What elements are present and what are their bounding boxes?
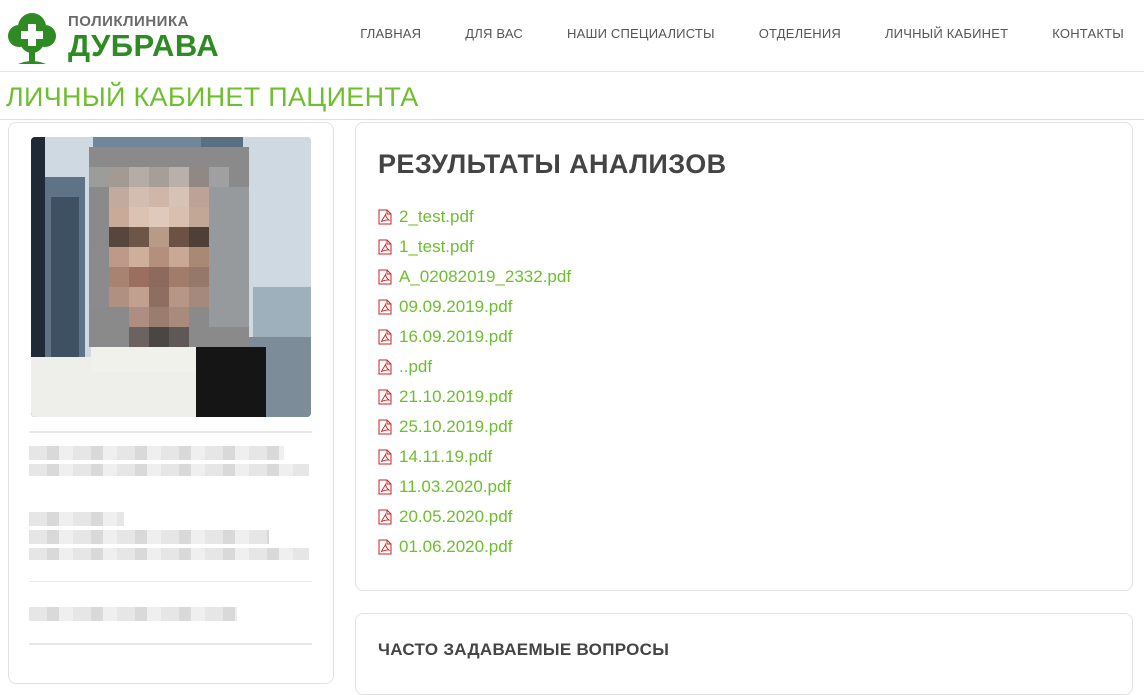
profile-field-redacted bbox=[29, 512, 124, 526]
file-name[interactable]: 16.09.2019.pdf bbox=[399, 327, 512, 347]
file-link[interactable]: 25.10.2019.pdf bbox=[378, 412, 571, 442]
profile-field-redacted-3 bbox=[29, 548, 309, 560]
file-link[interactable]: 21.10.2019.pdf bbox=[378, 382, 571, 412]
profile-name-redacted bbox=[29, 446, 284, 460]
nav-for-you[interactable]: ДЛЯ ВАС bbox=[465, 26, 523, 41]
pdf-icon bbox=[378, 479, 392, 495]
file-name[interactable]: 09.09.2019.pdf bbox=[399, 297, 512, 317]
faq-title[interactable]: ЧАСТО ЗАДАВАЕМЫЕ ВОПРОСЫ bbox=[378, 640, 669, 660]
file-name[interactable]: A_02082019_2332.pdf bbox=[399, 267, 571, 287]
logo-subtitle: ПОЛИКЛИНИКА bbox=[68, 12, 189, 30]
file-name[interactable]: 01.06.2020.pdf bbox=[399, 537, 512, 557]
tree-cross-icon bbox=[8, 13, 56, 64]
file-link[interactable]: 01.06.2020.pdf bbox=[378, 532, 571, 562]
page-title: ЛИЧНЫЙ КАБИНЕТ ПАЦИЕНТА bbox=[6, 82, 419, 112]
avatar bbox=[31, 137, 311, 417]
pdf-icon bbox=[378, 269, 392, 285]
file-link[interactable]: 09.09.2019.pdf bbox=[378, 292, 571, 322]
file-link[interactable]: A_02082019_2332.pdf bbox=[378, 262, 571, 292]
logo-name: ДУБРАВА bbox=[68, 27, 220, 63]
file-name[interactable]: 1_test.pdf bbox=[399, 237, 474, 257]
profile-name-redacted-2 bbox=[29, 464, 309, 476]
profile-divider-2 bbox=[29, 581, 312, 582]
profile-contact-redacted bbox=[29, 607, 237, 621]
file-name[interactable]: ..pdf bbox=[399, 357, 432, 377]
pdf-icon bbox=[378, 449, 392, 465]
clinic-logo[interactable]: ПОЛИКЛИНИКА ДУБРАВА bbox=[6, 8, 219, 66]
file-link[interactable]: ..pdf bbox=[378, 352, 571, 382]
file-link[interactable]: 1_test.pdf bbox=[378, 232, 571, 262]
nav-departments[interactable]: ОТДЕЛЕНИЯ bbox=[759, 26, 841, 41]
results-title: РЕЗУЛЬТАТЫ АНАЛИЗОВ bbox=[378, 149, 727, 179]
title-divider bbox=[0, 119, 1144, 120]
file-link[interactable]: 2_test.pdf bbox=[378, 202, 571, 232]
file-link[interactable]: 11.03.2020.pdf bbox=[378, 472, 571, 502]
pdf-icon bbox=[378, 359, 392, 375]
nav-home[interactable]: ГЛАВНАЯ bbox=[360, 26, 421, 41]
file-name[interactable]: 20.05.2020.pdf bbox=[399, 507, 512, 527]
file-link[interactable]: 20.05.2020.pdf bbox=[378, 502, 571, 532]
site-header: ПОЛИКЛИНИКА ДУБРАВА ГЛАВНАЯ ДЛЯ ВАС НАШИ… bbox=[0, 0, 1144, 72]
pdf-icon bbox=[378, 209, 392, 225]
file-link[interactable]: 16.09.2019.pdf bbox=[378, 322, 571, 352]
file-name[interactable]: 2_test.pdf bbox=[399, 207, 474, 227]
pdf-icon bbox=[378, 389, 392, 405]
results-file-list: 2_test.pdf 1_test.pdf A_02082019_2332.pdf 0… bbox=[378, 202, 571, 562]
file-name[interactable]: 21.10.2019.pdf bbox=[399, 387, 512, 407]
file-link[interactable]: 14.11.19.pdf bbox=[378, 442, 571, 472]
pdf-icon bbox=[378, 239, 392, 255]
pdf-icon bbox=[378, 329, 392, 345]
main-nav: ГЛАВНАЯ ДЛЯ ВАС НАШИ СПЕЦИАЛИСТЫ ОТДЕЛЕН… bbox=[360, 0, 1124, 66]
results-card: РЕЗУЛЬТАТЫ АНАЛИЗОВ 2_test.pdf 1_test.pdf… bbox=[355, 122, 1133, 591]
pdf-icon bbox=[378, 509, 392, 525]
nav-contacts[interactable]: КОНТАКТЫ bbox=[1052, 26, 1124, 41]
pdf-icon bbox=[378, 539, 392, 555]
pdf-icon bbox=[378, 419, 392, 435]
file-name[interactable]: 11.03.2020.pdf bbox=[399, 477, 511, 497]
profile-card bbox=[8, 122, 334, 684]
nav-account[interactable]: ЛИЧНЫЙ КАБИНЕТ bbox=[885, 26, 1008, 41]
profile-field-redacted-2 bbox=[29, 530, 269, 544]
nav-specialists[interactable]: НАШИ СПЕЦИАЛИСТЫ bbox=[567, 26, 715, 41]
faq-card: ЧАСТО ЗАДАВАЕМЫЕ ВОПРОСЫ bbox=[355, 613, 1133, 695]
profile-divider bbox=[29, 431, 312, 433]
pdf-icon bbox=[378, 299, 392, 315]
file-name[interactable]: 14.11.19.pdf bbox=[399, 447, 492, 467]
profile-divider-3 bbox=[29, 643, 312, 645]
file-name[interactable]: 25.10.2019.pdf bbox=[399, 417, 512, 437]
